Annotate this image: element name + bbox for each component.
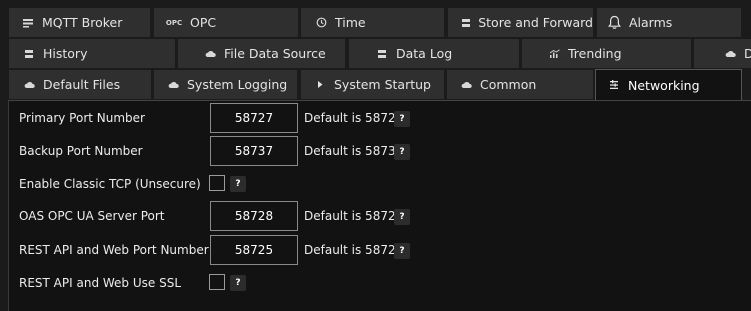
rest-api-port-default: Default is 58725	[304, 243, 404, 257]
rest-api-ssl-label: REST API and Web Use SSL	[19, 276, 181, 290]
classic-tcp-checkbox[interactable]	[209, 175, 225, 191]
opc-ua-port-input[interactable]: 58728	[210, 201, 298, 231]
tab-label: Common	[480, 77, 537, 92]
tab-label: File Data Source	[224, 46, 326, 61]
tab-file-data-source[interactable]: File Data Source	[177, 38, 346, 68]
opc-ua-port-help-button[interactable]: ?	[394, 209, 410, 225]
rest-api-port-input[interactable]: 58725	[210, 235, 298, 265]
primary-port-default: Default is 58727	[304, 111, 404, 125]
cloud-icon	[202, 50, 218, 58]
primary-port-help-button[interactable]: ?	[394, 111, 410, 127]
tab-store-and-forward[interactable]: Store and Forward	[447, 7, 594, 37]
database-icon	[21, 49, 37, 59]
storage-icon	[460, 18, 472, 28]
tab-system-logging[interactable]: System Logging	[153, 69, 298, 99]
broker-icon	[20, 18, 36, 28]
tab-alarms[interactable]: Alarms	[596, 7, 742, 37]
rest-api-ssl-help-button[interactable]: ?	[230, 275, 246, 291]
tab-label: Da	[744, 46, 751, 61]
tab-label: Store and Forward	[478, 15, 593, 30]
rest-api-port-help-button[interactable]: ?	[394, 243, 410, 259]
tab-label: Alarms	[629, 15, 673, 30]
tab-row-1: MQTT Broker OPC OPC Time Store and Forwa…	[0, 7, 751, 37]
storage-icon	[374, 49, 390, 59]
tab-default-files[interactable]: Default Files	[8, 69, 152, 99]
backup-port-label: Backup Port Number	[19, 144, 143, 158]
tab-networking[interactable]: Networking	[595, 69, 742, 100]
tab-row-2: History File Data Source Data Log Trendi…	[0, 38, 751, 68]
tab-label: OPC	[190, 15, 217, 30]
tab-label: System Startup	[334, 77, 431, 92]
tab-label: Networking	[628, 77, 700, 93]
opc-ua-port-default: Default is 58728	[304, 209, 404, 223]
play-icon	[312, 80, 328, 89]
chart-icon	[546, 49, 562, 58]
primary-port-label: Primary Port Number	[19, 111, 145, 125]
backup-port-default: Default is 58737	[304, 144, 404, 158]
tab-label: History	[43, 46, 88, 61]
cloud-icon	[458, 81, 474, 89]
tab-label: Data Log	[396, 46, 453, 61]
tab-data-log[interactable]: Data Log	[348, 38, 520, 68]
backup-port-input[interactable]: 58737	[210, 136, 298, 166]
cloud-icon	[722, 50, 738, 58]
tab-common[interactable]: Common	[446, 69, 594, 99]
tab-trending[interactable]: Trending	[521, 38, 692, 68]
network-icon	[606, 80, 622, 90]
classic-tcp-label: Enable Classic TCP (Unsecure)	[19, 177, 201, 191]
tab-history[interactable]: History	[8, 38, 176, 68]
tab-label: Default Files	[43, 77, 121, 92]
tab-time[interactable]: Time	[300, 7, 445, 37]
cloud-icon	[165, 81, 181, 89]
bell-icon	[605, 15, 623, 30]
rest-api-ssl-checkbox[interactable]	[209, 274, 225, 290]
clock-icon	[313, 17, 329, 28]
backup-port-help-button[interactable]: ?	[394, 144, 410, 160]
opc-icon: OPC	[165, 18, 183, 27]
tab-mqtt-broker[interactable]: MQTT Broker	[8, 7, 151, 37]
tab-system-startup[interactable]: System Startup	[300, 69, 445, 99]
tab-label: System Logging	[187, 77, 288, 92]
tab-label: Time	[335, 15, 366, 30]
tab-row-3: Default Files System Logging System Star…	[0, 69, 751, 100]
tab-label: Trending	[568, 46, 622, 61]
tab-data-more[interactable]: Da	[693, 38, 751, 68]
opc-ua-port-label: OAS OPC UA Server Port	[19, 209, 165, 223]
rest-api-port-label: REST API and Web Port Number	[19, 243, 209, 257]
tab-opc[interactable]: OPC OPC	[153, 7, 299, 37]
classic-tcp-help-button[interactable]: ?	[230, 176, 246, 192]
tab-label: MQTT Broker	[42, 15, 123, 30]
cloud-icon	[21, 81, 37, 89]
primary-port-input[interactable]: 58727	[210, 103, 298, 133]
